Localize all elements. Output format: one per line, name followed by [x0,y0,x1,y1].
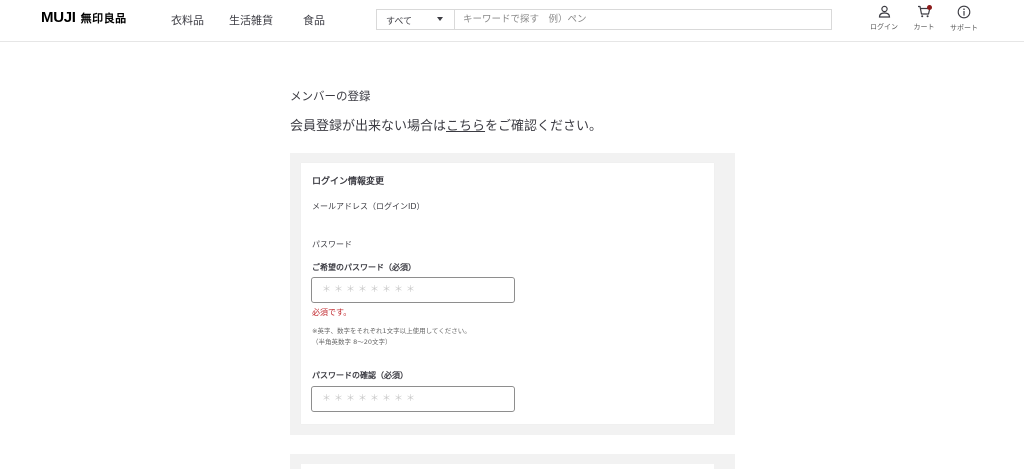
notice-prefix: 会員登録が出来ない場合は [290,119,447,134]
logo-text-jp: 無印良品 [80,12,127,25]
muji-logo[interactable]: MUJI 無印良品 [41,9,127,26]
password-label: ご希望のパスワード（必須） [312,263,416,272]
info-icon [957,5,971,19]
password-heading: パスワード [312,240,352,249]
email-label: メールアドレス（ログインID） [312,202,425,211]
section-title: ログイン情報変更 [312,177,385,187]
login-info-panel: ログイン情報変更 メールアドレス（ログインID） パスワード ご希望のパスワード… [290,153,735,435]
nav-item-clothing[interactable]: 衣料品 [171,12,204,28]
cart-badge [927,5,932,10]
person-icon [878,5,890,18]
next-section-panel [290,454,735,469]
notice-link[interactable]: こちら [446,119,485,134]
cart-label: カート [913,23,935,31]
page-title: メンバーの登録 [290,89,371,103]
login-label: ログイン [870,23,898,31]
support-button[interactable]: サポート [944,5,984,33]
nav-item-food[interactable]: 食品 [303,12,325,28]
logo-text-en: MUJI [41,9,76,26]
confirm-password-field[interactable] [311,386,515,412]
cart-button[interactable]: カート [904,5,944,32]
notice-suffix: をご確認ください。 [485,119,603,134]
site-header: MUJI 無印良品 衣料品 生活雑貨 食品 すべて ログイン カート [0,0,1024,42]
search-input[interactable] [455,10,831,29]
password-rule-note: ※英字、数字をそれぞれ1文字以上使用してください。 [312,327,471,335]
login-button[interactable]: ログイン [864,5,904,32]
support-label: サポート [950,24,978,32]
chevron-down-icon [437,17,443,21]
search-bar: すべて [376,9,832,30]
password-field[interactable] [311,277,515,303]
password-length-note: （半角英数字 8～20文字） [312,338,392,346]
confirm-password-label: パスワードの確認（必須） [312,371,408,380]
next-section-card [301,464,714,469]
search-category-value: すべて [386,17,413,27]
login-info-card: ログイン情報変更 メールアドレス（ログインID） パスワード ご希望のパスワード… [301,163,714,424]
registration-notice: 会員登録が出来ない場合はこちらをご確認ください。 [290,115,602,134]
search-category-select[interactable]: すべて [377,10,455,29]
password-error: 必須です。 [312,308,352,317]
nav-item-household[interactable]: 生活雑貨 [229,12,273,28]
